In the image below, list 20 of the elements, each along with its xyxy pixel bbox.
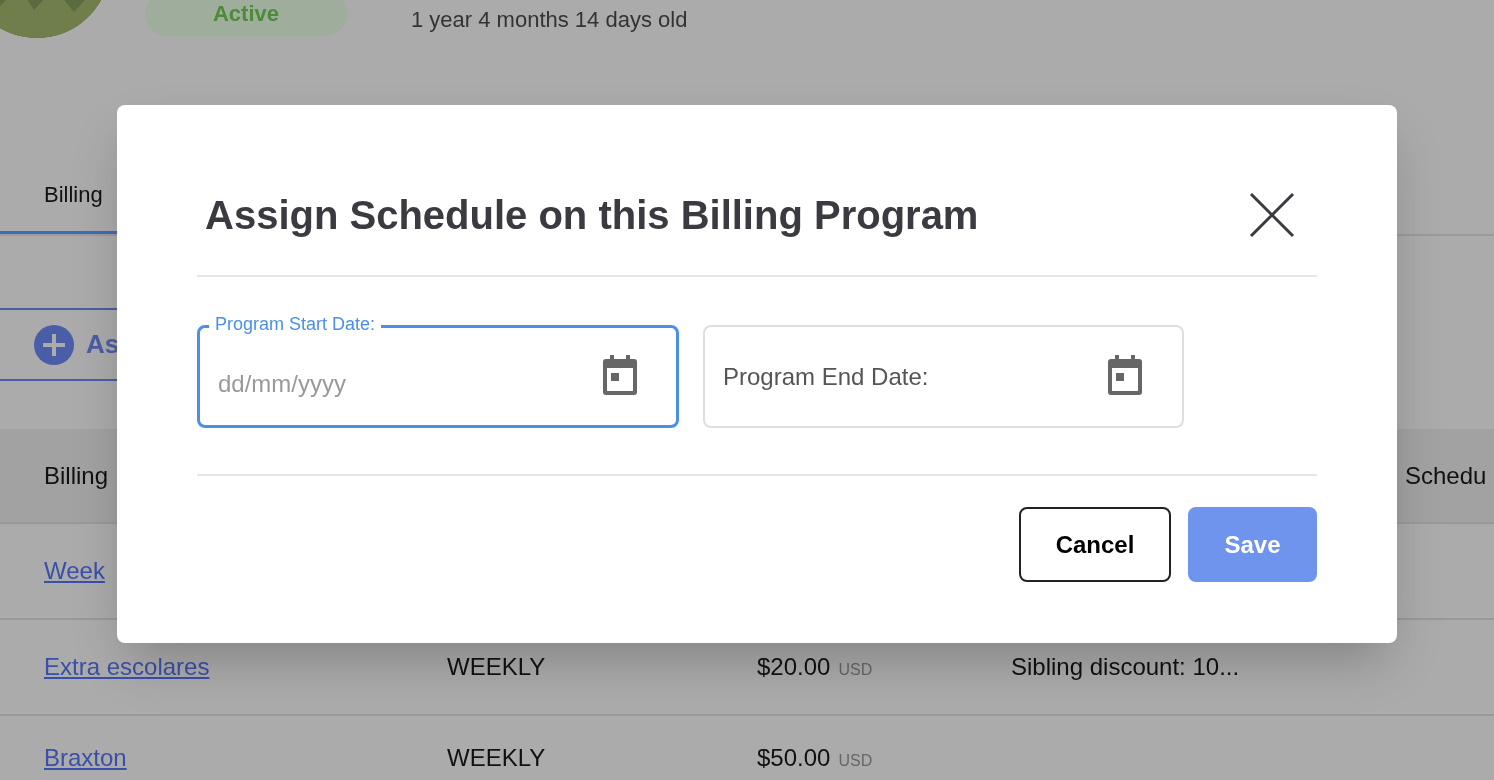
cancel-button[interactable]: Cancel [1019,507,1171,582]
amount-cell-text: $50.00 [757,743,831,773]
close-icon[interactable] [1249,192,1295,238]
currency-label: USD [838,751,873,771]
column-header: Schedu [1405,460,1488,491]
calendar-icon [601,355,639,397]
program-link[interactable]: Extra escolares [44,649,447,685]
plus-icon [34,324,74,365]
status-badge: Active [145,0,347,36]
frequency-cell-text: WEEKLY [447,743,547,773]
column-header: Billing [44,460,109,491]
frequency-cell-text: WEEKLY [447,652,547,682]
field-label: Program End Date: [723,363,929,391]
currency-label: USD [838,660,873,680]
age-text: 1 year 4 months 14 days old [411,6,688,34]
program-link[interactable]: Braxton [44,740,447,776]
discount-cell-text: Sibling discount: 10... [1011,652,1240,682]
amount-cell-text: $20.00 [757,652,831,682]
calendar-icon [1106,355,1144,397]
modal-title: Assign Schedule on this Billing Program [205,192,979,239]
